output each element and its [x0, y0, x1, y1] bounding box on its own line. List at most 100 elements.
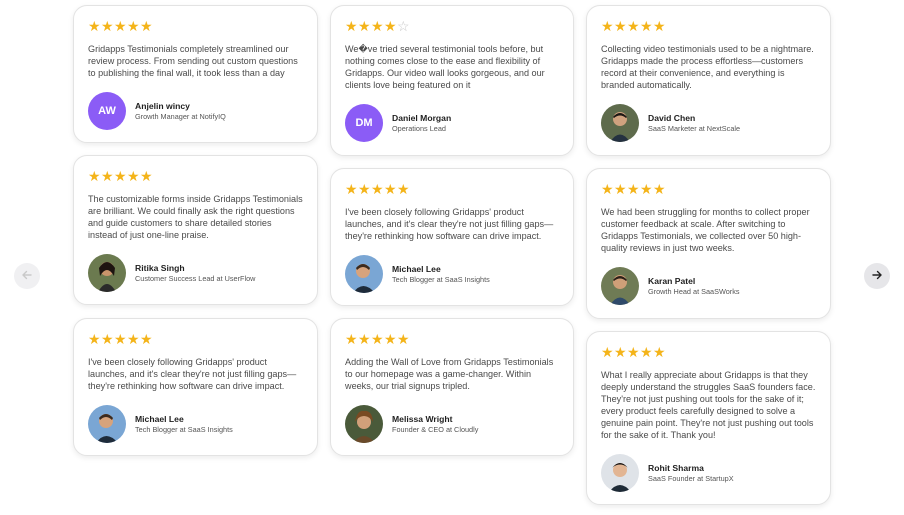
- star-filled-icon: ★: [140, 18, 154, 34]
- avatar: [345, 405, 383, 443]
- reviewer: David Chen SaaS Marketer at NextScale: [601, 104, 740, 142]
- star-filled-icon: ★: [601, 18, 615, 34]
- rating-stars: ★★★★★: [88, 169, 303, 183]
- review-card: ★★★★★ What I really appreciate about Gri…: [586, 331, 831, 505]
- review-text: What I really appreciate about Gridapps …: [601, 370, 816, 440]
- review-text: Adding the Wall of Love from Gridapps Te…: [345, 357, 554, 391]
- reviewer-name: Karan Patel: [648, 275, 696, 286]
- review-text: The customizable forms inside Gridapps T…: [88, 194, 303, 240]
- rating-stars: ★★★★★: [345, 182, 559, 196]
- reviewer-name: Rohit Sharma: [648, 462, 704, 473]
- star-filled-icon: ★: [371, 331, 385, 347]
- next-button[interactable]: [864, 263, 890, 289]
- review-text: Gridapps Testimonials completely streaml…: [88, 44, 298, 78]
- star-filled-icon: ★: [653, 181, 667, 197]
- reviewer-name: Ritika Singh: [135, 262, 185, 273]
- reviewer: DM Daniel Morgan Operations Lead: [345, 104, 451, 142]
- star-filled-icon: ★: [384, 181, 398, 197]
- avatar: DM: [345, 104, 383, 142]
- review-card: ★★★★★ I've been closely following Gridap…: [73, 318, 318, 456]
- star-filled-icon: ★: [358, 18, 372, 34]
- reviewer-role: Growth Head at SaaSWorks: [648, 286, 740, 296]
- reviewer-name: Michael Lee: [135, 413, 184, 424]
- star-filled-icon: ★: [101, 18, 115, 34]
- star-filled-icon: ★: [358, 331, 372, 347]
- star-filled-icon: ★: [140, 331, 154, 347]
- star-filled-icon: ★: [140, 168, 154, 184]
- star-filled-icon: ★: [88, 331, 102, 347]
- reviewer: AW Anjelin wincy Growth Manager at Notif…: [88, 92, 226, 130]
- rating-stars: ★★★★★: [345, 332, 559, 346]
- star-filled-icon: ★: [101, 168, 115, 184]
- reviewer-name: David Chen: [648, 112, 696, 123]
- rating-stars: ★★★★★: [601, 345, 816, 359]
- reviewer: Michael Lee Tech Blogger at SaaS Insight…: [345, 255, 490, 293]
- star-filled-icon: ★: [101, 331, 115, 347]
- review-card: ★★★★★ Collecting video testimonials used…: [586, 5, 831, 156]
- avatar: [345, 255, 383, 293]
- star-filled-icon: ★: [371, 181, 385, 197]
- star-filled-icon: ★: [114, 168, 128, 184]
- star-filled-icon: ★: [358, 181, 372, 197]
- rating-stars: ★★★★★: [88, 332, 303, 346]
- star-filled-icon: ★: [345, 18, 359, 34]
- rating-stars: ★★★★★: [601, 182, 816, 196]
- star-filled-icon: ★: [627, 344, 641, 360]
- previous-button[interactable]: [14, 263, 40, 289]
- reviewer-role: Tech Blogger at SaaS Insights: [392, 274, 490, 284]
- avatar: [601, 454, 639, 492]
- testimonial-wall: ★★★★★ Gridapps Testimonials completely s…: [0, 0, 904, 515]
- avatar: AW: [88, 92, 126, 130]
- rating-stars: ★★★★☆: [345, 19, 559, 33]
- star-filled-icon: ★: [397, 331, 411, 347]
- star-filled-icon: ★: [614, 18, 628, 34]
- star-filled-icon: ★: [345, 331, 359, 347]
- reviewer-role: Founder & CEO at Cloudly: [392, 424, 479, 434]
- star-filled-icon: ★: [88, 18, 102, 34]
- reviewer-role: SaaS Founder at StartupX: [648, 473, 734, 483]
- avatar: [88, 405, 126, 443]
- star-filled-icon: ★: [627, 18, 641, 34]
- star-filled-icon: ★: [640, 18, 654, 34]
- star-filled-icon: ★: [640, 181, 654, 197]
- avatar: [601, 267, 639, 305]
- reviewer: Karan Patel Growth Head at SaaSWorks: [601, 267, 740, 305]
- star-filled-icon: ★: [614, 181, 628, 197]
- review-card: ★★★★★ Gridapps Testimonials completely s…: [73, 5, 318, 143]
- arrow-right-icon: [871, 269, 883, 284]
- avatar: [88, 254, 126, 292]
- review-card: ★★★★★ We had been struggling for months …: [586, 168, 831, 319]
- star-filled-icon: ★: [88, 168, 102, 184]
- star-filled-icon: ★: [345, 181, 359, 197]
- review-card: ★★★★★ Adding the Wall of Love from Grida…: [330, 318, 574, 456]
- review-text: We�ve tried several testimonial tools be…: [345, 44, 545, 90]
- review-card: ★★★★★ The customizable forms inside Grid…: [73, 155, 318, 305]
- star-filled-icon: ★: [614, 344, 628, 360]
- star-filled-icon: ★: [114, 331, 128, 347]
- reviewer-role: Growth Manager at NotifyIQ: [135, 111, 226, 121]
- reviewer: Rohit Sharma SaaS Founder at StartupX: [601, 454, 734, 492]
- arrow-left-icon: [21, 269, 33, 284]
- star-filled-icon: ★: [601, 181, 615, 197]
- reviewer-name: Michael Lee: [392, 263, 441, 274]
- star-filled-icon: ★: [127, 331, 141, 347]
- reviewer-name: Melissa Wright: [392, 413, 453, 424]
- review-card: ★★★★★ I've been closely following Gridap…: [330, 168, 574, 306]
- star-filled-icon: ★: [371, 18, 385, 34]
- reviewer-role: Customer Success Lead at UserFlow: [135, 273, 256, 283]
- reviewer: Melissa Wright Founder & CEO at Cloudly: [345, 405, 478, 443]
- review-text: We had been struggling for months to col…: [601, 207, 810, 253]
- reviewer-role: SaaS Marketer at NextScale: [648, 123, 741, 133]
- star-filled-icon: ★: [384, 331, 398, 347]
- review-text: Collecting video testimonials used to be…: [601, 44, 814, 90]
- star-empty-icon: ☆: [397, 18, 411, 34]
- star-filled-icon: ★: [653, 344, 667, 360]
- star-filled-icon: ★: [627, 181, 641, 197]
- star-filled-icon: ★: [601, 344, 615, 360]
- star-filled-icon: ★: [384, 18, 398, 34]
- star-filled-icon: ★: [127, 168, 141, 184]
- star-filled-icon: ★: [397, 181, 411, 197]
- star-filled-icon: ★: [640, 344, 654, 360]
- reviewer-name: Anjelin wincy: [135, 100, 190, 111]
- review-card: ★★★★☆ We�ve tried several testimonial to…: [330, 5, 574, 156]
